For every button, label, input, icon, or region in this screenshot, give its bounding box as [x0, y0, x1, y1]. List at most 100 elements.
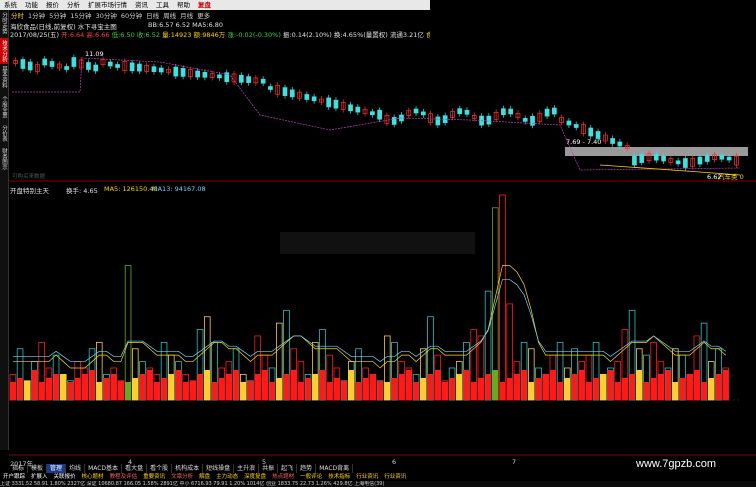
- indicator-tab-7[interactable]: 机构成本: [172, 464, 204, 473]
- candle-body-71: [530, 115, 535, 126]
- indicator-tab-1[interactable]: 模板: [28, 464, 48, 473]
- indicator-tab-3[interactable]: 均线: [66, 464, 86, 473]
- candle-body-49: [370, 111, 375, 116]
- candle-body-76: [566, 120, 572, 126]
- volume-bar-83: [607, 370, 614, 400]
- volume-bar-78: [571, 374, 578, 400]
- volume-bar-48: [355, 382, 362, 400]
- candle-body-55: [413, 108, 419, 114]
- volume-bar-15: [118, 380, 124, 400]
- info-tab-6[interactable]: 文章分析: [168, 473, 196, 481]
- info-tab-2[interactable]: 关联报价: [51, 473, 79, 481]
- volume-bar-42: [312, 374, 319, 400]
- volume-bar-92: [672, 382, 679, 400]
- indicator-tab-9[interactable]: 主升浪: [234, 464, 260, 473]
- volume-bar-8: [67, 382, 74, 400]
- candle-body-23: [180, 68, 186, 77]
- volume-bar-0: [10, 382, 16, 400]
- volume-bar-22: [168, 374, 175, 400]
- volume-bar-77: [564, 378, 571, 400]
- candle-body-47: [355, 106, 361, 113]
- top-right-blank: [430, 0, 756, 110]
- volume-bar-98: [715, 374, 722, 400]
- volume-bar-52: [384, 382, 391, 400]
- info-tab-12[interactable]: 技术指标: [325, 473, 353, 481]
- candle-body-41: [311, 96, 317, 102]
- candle-body-77: [573, 124, 579, 128]
- candle-body-65: [486, 115, 492, 125]
- indicator-tab-4[interactable]: MACD基本: [85, 464, 123, 473]
- indicator-tab-10[interactable]: 共振: [259, 464, 279, 473]
- indicator-tab-6[interactable]: 看个股: [147, 464, 173, 473]
- info-tab-11[interactable]: 一般评论: [297, 473, 325, 481]
- volume-bar-10: [82, 374, 88, 400]
- info-tab-7[interactable]: 解盘: [196, 473, 213, 481]
- candle-body-92: [683, 158, 688, 168]
- info-tab-0[interactable]: 开户跟踪: [0, 473, 28, 481]
- candle-body-26: [202, 71, 208, 78]
- volume-bar-19: [146, 370, 153, 400]
- volume-outline-16: [124, 265, 132, 401]
- volume-bar-80: [586, 382, 592, 400]
- volume-bar-69: [506, 378, 513, 400]
- indicator-tab-2[interactable]: 管理: [47, 464, 67, 473]
- volume-bar-62: [456, 374, 463, 400]
- info-tab-13[interactable]: 行业资讯: [353, 473, 381, 481]
- candle-body-34: [260, 78, 266, 84]
- indicator-tab-11[interactable]: 起飞: [278, 464, 298, 473]
- info-tab-3[interactable]: 核心题材: [79, 473, 107, 481]
- indicator-tab-5[interactable]: 看大盘: [122, 464, 148, 473]
- info-tab-10[interactable]: 热点题材: [269, 473, 297, 481]
- redacted-box: [280, 232, 475, 254]
- volume-bar-4: [38, 382, 45, 400]
- volume-bar-39: [290, 370, 297, 400]
- candle-body-35: [268, 86, 273, 90]
- indicator-tab-0[interactable]: 指标: [9, 464, 29, 473]
- candle-body-67: [501, 108, 506, 116]
- info-tab-14[interactable]: 行业资讯: [381, 473, 409, 481]
- volume-bar-35: [262, 370, 268, 400]
- candle-body-44: [333, 99, 339, 109]
- indicator-tab-13[interactable]: MACD背离: [316, 464, 354, 473]
- candle-body-1: [20, 59, 26, 69]
- volume-bar-54: [398, 374, 405, 400]
- candle-body-32: [246, 76, 251, 83]
- volume-bar-29: [218, 378, 225, 400]
- candle-body-85: [632, 155, 637, 166]
- candle-body-7: [64, 66, 69, 70]
- trend-line: [599, 164, 741, 176]
- candle-body-74: [552, 107, 557, 115]
- volume-bar-1: [17, 378, 23, 400]
- info-tabs: 开户跟踪 扩展入 关联报价 核心题材 教程及评估 重要资讯 文章分析 解盘 主力动态 深度复盘 热点…: [0, 473, 409, 481]
- candle-body-50: [377, 109, 382, 120]
- volume-bar-74: [542, 374, 549, 400]
- indicator-tab-8[interactable]: 短线操盘: [203, 464, 235, 473]
- volume-bar-60: [442, 382, 448, 400]
- volume-bar-17: [132, 378, 139, 400]
- volume-bar-38: [283, 374, 290, 400]
- info-tab-9[interactable]: 深度复盘: [241, 473, 269, 481]
- info-tab-4[interactable]: 教程及评估: [107, 473, 141, 481]
- indicator-tab-12[interactable]: 趋势: [297, 464, 317, 473]
- volume-bar-43: [319, 370, 326, 400]
- volume-bar-75: [550, 370, 556, 400]
- volume-bar-82: [600, 374, 607, 400]
- candle-body-80: [595, 131, 601, 139]
- candle-body-88: [653, 153, 659, 161]
- info-tab-5[interactable]: 重要资讯: [140, 473, 168, 481]
- info-tab-8[interactable]: 主力动态: [213, 473, 241, 481]
- volume-bar-67: [492, 370, 499, 400]
- candle-body-31: [238, 74, 244, 83]
- candle-body-61: [457, 108, 463, 115]
- candle-body-5: [49, 61, 55, 67]
- candle-body-16: [129, 62, 135, 72]
- candle-body-38: [289, 89, 295, 98]
- volume-bar-72: [528, 382, 535, 400]
- volume-bar-40: [298, 382, 304, 400]
- volume-bar-23: [175, 370, 182, 400]
- candle-body-8: [71, 57, 77, 67]
- candle-body-46: [348, 104, 353, 112]
- info-tab-1[interactable]: 扩展入: [28, 473, 51, 481]
- volume-bar-51: [377, 380, 383, 400]
- candle-body-79: [588, 127, 594, 137]
